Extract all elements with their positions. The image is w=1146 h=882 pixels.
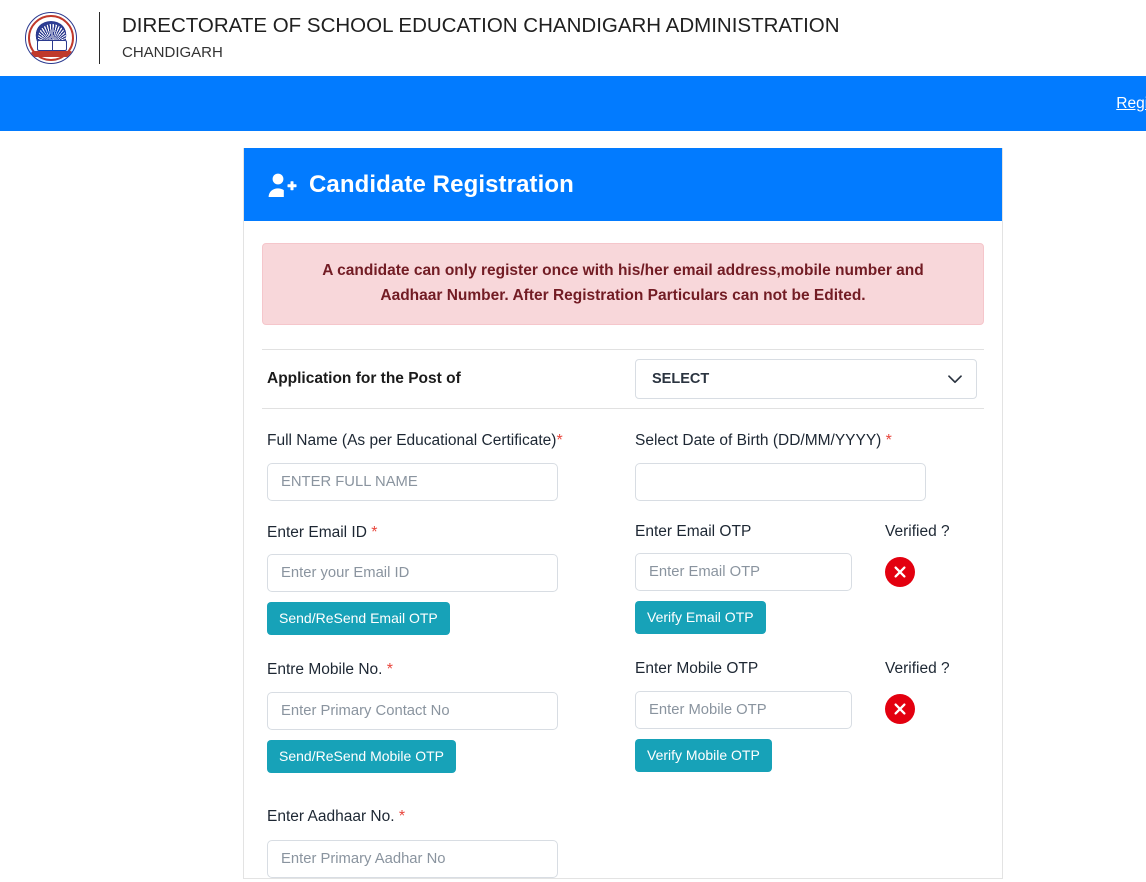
mobile-otp-input[interactable]: [635, 691, 852, 729]
main-navbar: Registra: [0, 76, 1146, 131]
verify-email-otp-button[interactable]: Verify Email OTP: [635, 601, 766, 635]
registration-warning-alert: A candidate can only register once with …: [262, 243, 984, 326]
form-row-name-dob: Full Name (As per Educational Certificat…: [262, 431, 984, 501]
form-row-aadhaar: Enter Aadhaar No. *: [262, 807, 984, 878]
user-plus-icon: [268, 173, 297, 197]
email-verified-label: Verified ?: [885, 522, 950, 540]
required-asterisk: *: [556, 432, 563, 450]
mobile-verified-badge: [885, 694, 915, 725]
alert-line-2: Aadhaar Number. After Registration Parti…: [380, 287, 866, 305]
card-header: Candidate Registration: [244, 148, 1002, 221]
required-asterisk: *: [398, 808, 406, 825]
card-body: A candidate can only register once with …: [244, 243, 1002, 878]
required-asterisk: *: [371, 523, 378, 541]
email-input[interactable]: [267, 554, 558, 593]
dob-label: Select Date of Birth (DD/MM/YYYY) *: [635, 432, 892, 450]
dob-input[interactable]: [635, 462, 926, 501]
mobile-verified-label: Verified ?: [885, 660, 950, 678]
header-text-block: DIRECTORATE OF SCHOOL EDUCATION CHANDIGA…: [122, 13, 840, 62]
field-group-mobile-otp: Enter Mobile OTP Verify Mobile OTP: [635, 660, 885, 773]
aadhaar-label: Enter Aadhaar No. *: [267, 808, 406, 825]
circle-x-icon: [894, 566, 906, 578]
verify-mobile-otp-button[interactable]: Verify Mobile OTP: [635, 739, 772, 772]
full-name-label: Full Name (As per Educational Certificat…: [267, 432, 563, 450]
aadhaar-input[interactable]: [267, 839, 558, 878]
email-label: Enter Email ID *: [267, 523, 378, 541]
form-row-email: Enter Email ID * Send/ReSend Email OTP E…: [262, 523, 984, 636]
field-group-email: Enter Email ID * Send/ReSend Email OTP: [262, 523, 635, 636]
page-root: DIRECTORATE OF SCHOOL EDUCATION CHANDIGA…: [0, 0, 1146, 882]
site-title: DIRECTORATE OF SCHOOL EDUCATION CHANDIGA…: [122, 14, 840, 38]
nav-link-registration[interactable]: Registra: [1116, 95, 1146, 113]
mobile-verified-status: Verified ?: [885, 660, 950, 773]
field-group-email-otp: Enter Email OTP Verify Email OTP: [635, 523, 885, 636]
department-emblem-icon: [25, 12, 77, 64]
post-selection-row: Application for the Post of SELECT: [262, 349, 984, 410]
site-header: DIRECTORATE OF SCHOOL EDUCATION CHANDIGA…: [0, 0, 1146, 76]
field-group-mobile: Entre Mobile No. * Send/ReSend Mobile OT…: [262, 660, 635, 773]
mobile-otp-label: Enter Mobile OTP: [635, 660, 759, 678]
email-verified-badge: [885, 556, 915, 587]
header-divider: [99, 12, 100, 64]
email-verified-status: Verified ?: [885, 523, 950, 636]
post-label: Application for the Post of: [267, 370, 461, 388]
field-group-aadhaar: Enter Aadhaar No. *: [262, 807, 635, 878]
chevron-down-icon: [948, 375, 962, 383]
mobile-label: Entre Mobile No. *: [267, 661, 393, 679]
required-asterisk: *: [386, 661, 393, 679]
field-group-full-name: Full Name (As per Educational Certificat…: [262, 431, 635, 501]
registration-form: Full Name (As per Educational Certificat…: [244, 409, 1002, 878]
site-subtitle: CHANDIGARH: [122, 44, 223, 62]
card-title: Candidate Registration: [309, 170, 574, 198]
full-name-input[interactable]: [267, 462, 558, 501]
candidate-registration-card: Candidate Registration A candidate can o…: [243, 148, 1003, 879]
send-mobile-otp-button[interactable]: Send/ReSend Mobile OTP: [267, 740, 456, 773]
logo-container: [13, 12, 89, 64]
form-row-mobile: Entre Mobile No. * Send/ReSend Mobile OT…: [262, 660, 984, 773]
send-email-otp-button[interactable]: Send/ReSend Email OTP: [267, 602, 450, 636]
required-asterisk: *: [885, 432, 892, 450]
post-select-value: SELECT: [652, 371, 710, 388]
post-select[interactable]: SELECT: [635, 359, 977, 400]
circle-x-icon: [894, 703, 906, 715]
mobile-input[interactable]: [267, 692, 558, 730]
email-otp-label: Enter Email OTP: [635, 522, 752, 540]
email-otp-input[interactable]: [635, 553, 852, 592]
field-group-dob: Select Date of Birth (DD/MM/YYYY) *: [635, 431, 926, 501]
alert-line-1: A candidate can only register once with …: [322, 262, 924, 279]
